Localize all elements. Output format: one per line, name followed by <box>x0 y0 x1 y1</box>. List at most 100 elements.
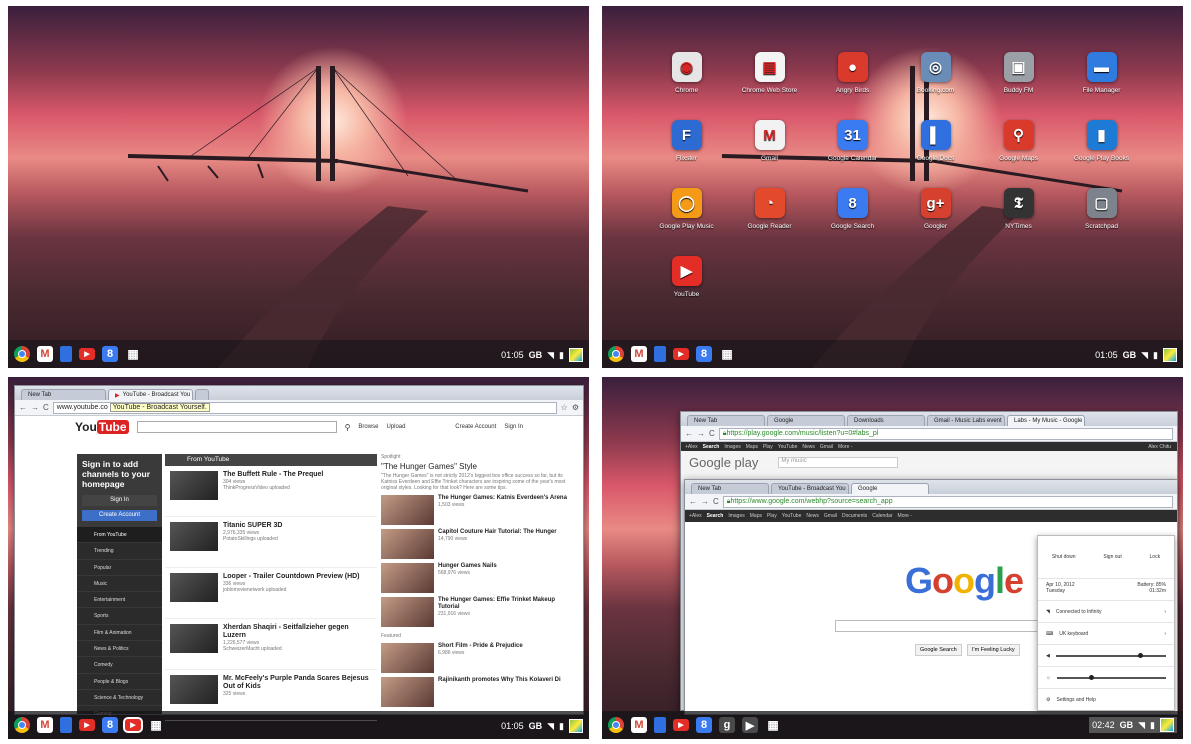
youtube-icon[interactable]: ▶ <box>79 719 95 731</box>
back-icon[interactable]: ← <box>19 403 27 412</box>
status-area[interactable]: 01:05 GB ◥ ▮ <box>501 348 583 362</box>
youtube-search-input[interactable] <box>136 421 337 433</box>
google-bar-link[interactable]: +Alex <box>689 513 702 519</box>
google-bar-link[interactable]: Maps <box>750 513 762 519</box>
reload-icon[interactable]: C <box>713 497 719 506</box>
video-thumbnail[interactable] <box>170 573 218 602</box>
volume-knob[interactable] <box>1138 652 1144 658</box>
chrome-icon[interactable] <box>608 346 624 362</box>
google-bar-link[interactable]: More - <box>838 444 852 450</box>
browser-tab[interactable]: Downloads <box>847 415 925 426</box>
youtube-logo[interactable]: You Tube <box>75 420 129 434</box>
side-video[interactable]: Hunger Games Nails 568,976 views <box>381 563 573 593</box>
youtube-icon[interactable]: ▶ <box>673 348 689 360</box>
brightness-slider[interactable] <box>1056 674 1166 680</box>
video-title[interactable]: The Buffett Rule - The Prequel <box>223 471 323 479</box>
reload-icon[interactable]: C <box>43 403 49 412</box>
side-video[interactable]: Rajinikanth promotes Why This Kolaveri D… <box>381 677 573 707</box>
category-item[interactable]: Science & Technology <box>77 688 162 705</box>
google-bar-link[interactable]: Gmail <box>824 513 837 519</box>
launcher-app[interactable]: ▢ Scratchpad <box>1060 188 1143 256</box>
address-bar[interactable]: 🔒︎ https://play.google.com/music/listen?u… <box>718 427 1173 440</box>
video-title[interactable]: The Hunger Games: Katnis Everdeen's Aren… <box>438 495 567 502</box>
app-launcher-icon[interactable]: ▦ <box>148 717 164 733</box>
video-thumbnail[interactable] <box>381 563 434 593</box>
back-icon[interactable]: ← <box>685 429 693 438</box>
docs-icon[interactable] <box>654 346 666 362</box>
forward-icon[interactable]: → <box>697 429 705 438</box>
chrome-icon[interactable] <box>14 717 30 733</box>
google-bar-link[interactable]: More - <box>898 513 912 519</box>
tab-new-tab[interactable]: New Tab <box>21 389 106 400</box>
side-video[interactable]: The Hunger Games: Katnis Everdeen's Aren… <box>381 495 573 525</box>
browser-tab[interactable]: Google <box>851 483 929 494</box>
back-icon[interactable]: ← <box>689 497 697 506</box>
launcher-app[interactable]: g+ Googler <box>894 188 977 256</box>
forward-icon[interactable]: → <box>31 403 39 412</box>
google-search-icon[interactable]: 8 <box>696 346 712 362</box>
keyboard-row[interactable]: ⌨ UK keyboard › <box>1038 622 1174 644</box>
chrome-icon[interactable] <box>608 717 624 733</box>
tab-youtube[interactable]: ▶YouTube - Broadcast You× <box>108 389 193 400</box>
nav-browse[interactable]: Browse <box>358 424 378 430</box>
docs-icon[interactable] <box>60 346 72 362</box>
youtube-icon[interactable]: ▶ <box>79 348 95 360</box>
docs-icon[interactable] <box>654 717 666 733</box>
video-title[interactable]: Xherdan Shaqiri - Seitfallzieher gegen L… <box>223 624 372 640</box>
google-bar-link[interactable]: Play <box>763 444 773 450</box>
sign-in-button[interactable]: Sign In <box>82 495 157 506</box>
launcher-app[interactable]: M Gmail <box>728 120 811 188</box>
video-thumbnail[interactable] <box>381 677 434 707</box>
video-title[interactable]: Mr. McFeely's Purple Panda Scares Bejesu… <box>223 675 372 691</box>
launcher-app[interactable]: ◉ Chrome <box>645 52 728 120</box>
category-item[interactable]: Sports <box>77 607 162 623</box>
video-item[interactable]: Titanic SUPER 3D 2,976,335 views PotatoSki… <box>165 517 377 568</box>
status-area[interactable]: 01:05 GB ◥ ▮ <box>501 719 583 733</box>
new-tab-button[interactable] <box>195 389 209 400</box>
google-bar-link[interactable]: Play <box>767 513 777 519</box>
docs-icon[interactable] <box>60 717 72 733</box>
launcher-app[interactable]: ▬ File Manager <box>1060 52 1143 120</box>
launcher-app[interactable]: 𝕿 NYTimes <box>977 188 1060 256</box>
sign-out-button[interactable]: Sign out <box>1103 554 1121 560</box>
settings-row[interactable]: ⚙ Settings and Help <box>1038 688 1174 710</box>
google-bar-link[interactable]: Calendar <box>872 513 892 519</box>
address-bar[interactable]: 🔒︎ https://www.google.com/webhp?source=se… <box>722 495 1173 508</box>
launcher-app[interactable]: ◎ Booking.com <box>894 52 977 120</box>
volume-slider[interactable] <box>1055 652 1166 658</box>
category-item[interactable]: Entertainment <box>77 591 162 607</box>
launcher-app[interactable]: 31 Google Calendar <box>811 120 894 188</box>
google-search-icon[interactable]: 8 <box>696 717 712 733</box>
category-item[interactable]: News & Politics <box>77 640 162 656</box>
google-bar-link[interactable]: YouTube <box>778 444 798 450</box>
google-bar-link[interactable]: Search <box>707 513 724 519</box>
create-account-button[interactable]: Create Account <box>82 510 157 521</box>
address-bar[interactable]: www.youtube.co YouTube - Broadcast Yourse… <box>52 401 557 414</box>
browser-tab[interactable]: Google <box>767 415 845 426</box>
category-item[interactable]: Comedy <box>77 656 162 672</box>
launcher-app[interactable]: ▌ Google Docs <box>894 120 977 188</box>
video-thumbnail[interactable] <box>170 624 218 653</box>
category-item[interactable]: From YouTube <box>77 526 162 543</box>
app-launcher-icon[interactable]: ▦ <box>765 717 781 733</box>
category-item[interactable]: Popular <box>77 558 162 575</box>
search-icon[interactable]: ⚲ <box>345 423 351 432</box>
app-launcher-icon[interactable]: ▦ <box>125 346 141 362</box>
google-bar-link[interactable]: Images <box>728 513 744 519</box>
category-item[interactable]: Film & Animation <box>77 623 162 640</box>
wrench-icon[interactable]: ⚙ <box>572 403 579 412</box>
feeling-lucky-button[interactable]: I'm Feeling Lucky <box>967 644 1020 656</box>
nav-upload[interactable]: Upload <box>386 424 405 430</box>
nav-create-account[interactable]: Create Account <box>455 424 496 430</box>
nav-sign-in[interactable]: Sign In <box>504 424 523 430</box>
launcher-app[interactable]: ▣ Buddy FM <box>977 52 1060 120</box>
browser-tab[interactable]: New Tab <box>691 483 769 494</box>
gmail-icon[interactable]: M <box>631 717 647 733</box>
app-launcher-icon[interactable]: ▦ <box>719 346 735 362</box>
category-item[interactable]: People & Blogs <box>77 672 162 689</box>
category-item[interactable]: Music <box>77 574 162 591</box>
google-bar-link[interactable]: Documents <box>842 513 867 519</box>
launcher-app[interactable]: 8 Google Search <box>811 188 894 256</box>
video-thumbnail[interactable] <box>381 495 434 525</box>
launcher-app[interactable]: ▮ Google Play Books <box>1060 120 1143 188</box>
